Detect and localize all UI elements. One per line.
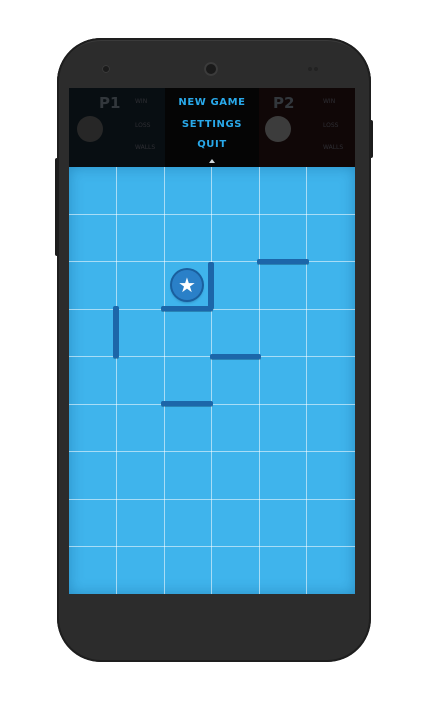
grid-line	[259, 167, 260, 594]
scoreboard: P1 WIN LOSS WALLS NEW GAME SETTINGS QUIT…	[69, 88, 355, 167]
grid-line	[69, 214, 355, 215]
grid-line	[306, 167, 307, 594]
star-icon[interactable]: ★	[172, 270, 202, 300]
player-1-walls-label: WALLS	[135, 144, 156, 151]
player-2-loss-label: LOSS	[323, 122, 339, 129]
grid-line	[69, 499, 355, 500]
player-2-walls-label: WALLS	[323, 144, 344, 151]
grid-line	[116, 167, 117, 594]
wall-vertical[interactable]	[208, 262, 214, 309]
player-1-card: P1 WIN LOSS WALLS	[69, 88, 165, 167]
player-1-loss-label: LOSS	[135, 122, 151, 129]
main-menu: NEW GAME SETTINGS QUIT	[165, 88, 259, 167]
player-1-win-label: WIN	[135, 98, 148, 105]
wall-horizontal[interactable]	[161, 401, 213, 406]
player-1-avatar	[77, 116, 103, 142]
player-1-label: P1	[99, 94, 121, 112]
game-screen: P1 WIN LOSS WALLS NEW GAME SETTINGS QUIT…	[69, 88, 355, 594]
game-board[interactable]: ★	[69, 167, 355, 594]
player-2-avatar	[265, 116, 291, 142]
player-2-label: P2	[273, 94, 295, 112]
speaker-icon	[102, 65, 110, 73]
wall-horizontal[interactable]	[257, 259, 309, 264]
sensor-icon	[308, 67, 312, 71]
player-2-win-label: WIN	[323, 98, 336, 105]
quit-button[interactable]: QUIT	[165, 139, 259, 150]
settings-button[interactable]: SETTINGS	[165, 119, 259, 130]
grid-line	[164, 167, 165, 594]
wall-vertical[interactable]	[113, 306, 119, 358]
wall-horizontal[interactable]	[210, 354, 261, 359]
grid-line	[69, 451, 355, 452]
wall-horizontal[interactable]	[161, 306, 213, 311]
player-2-card: P2 WIN LOSS WALLS	[259, 88, 355, 167]
new-game-button[interactable]: NEW GAME	[165, 97, 259, 108]
camera-icon	[204, 62, 218, 76]
grid-line	[69, 546, 355, 547]
menu-collapse-icon[interactable]	[209, 159, 215, 163]
grid-line	[211, 167, 212, 594]
